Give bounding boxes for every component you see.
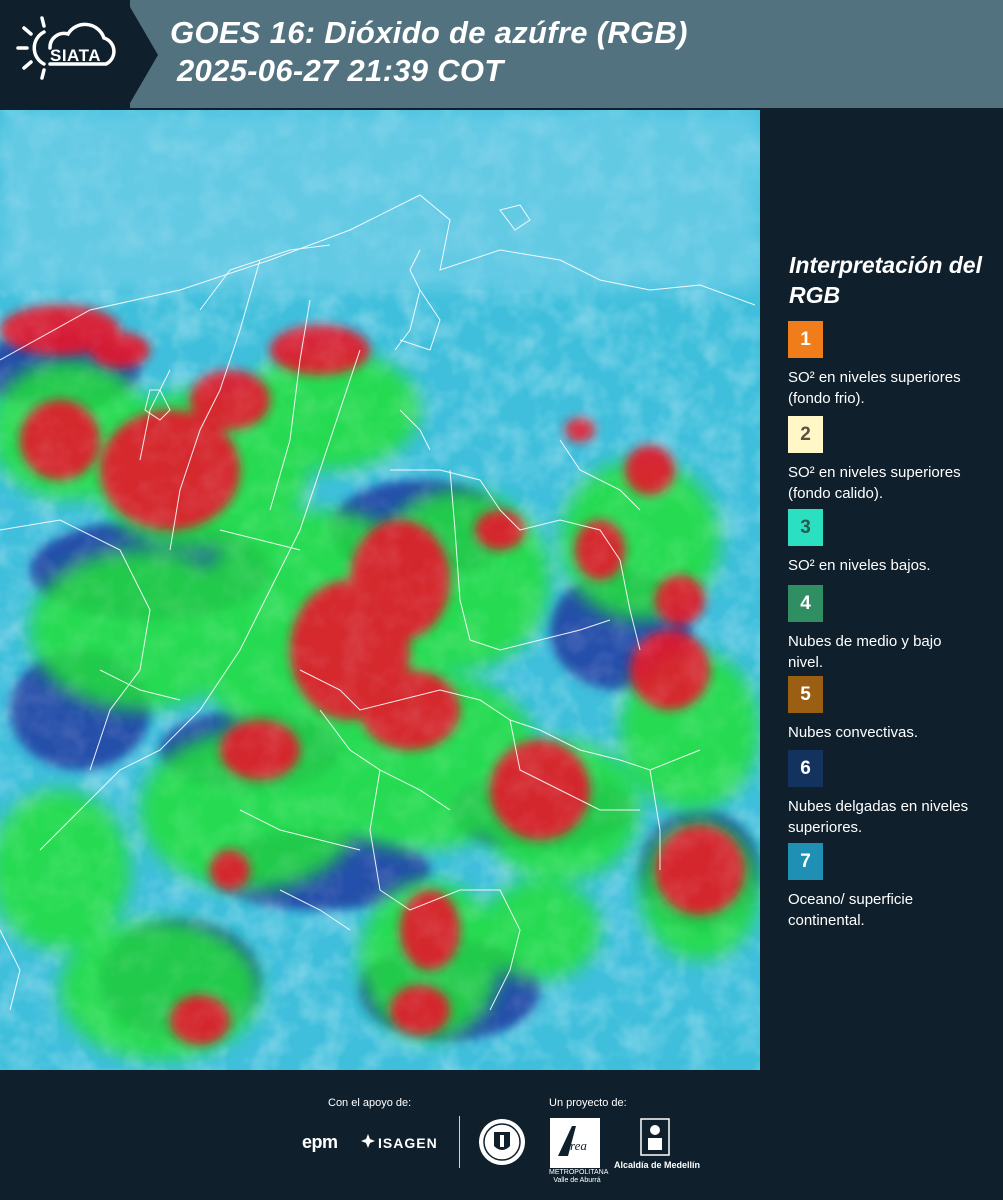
legend-title: Interpretación del RGB [789, 252, 982, 308]
legend-label: SO² en niveles bajos. [788, 557, 931, 574]
page-title: GOES 16: Dióxido de azúfre (RGB) [170, 15, 688, 50]
epm-logo: epm [302, 1132, 338, 1152]
support-caption: Con el apoyo de: [328, 1097, 412, 1109]
legend-label: SO² en niveles superiores (fondo calido)… [788, 464, 961, 502]
footer: Con el apoyo de: Un proyecto de: epm ISA… [0, 1070, 1003, 1200]
legend-swatch: 5 [788, 676, 823, 713]
alcaldia-logo: Alcaldía de Medellín [614, 1160, 701, 1170]
legend-label: SO² en niveles superiores (fondo frio). [788, 369, 961, 407]
legend-swatch: 7 [788, 843, 823, 880]
legend-swatch: 6 [788, 750, 823, 787]
legend-swatch: 3 [788, 509, 823, 546]
medellin-seal-icon [479, 1119, 525, 1165]
footer-divider [459, 1116, 460, 1168]
area-metropolitana-logo: rea [550, 1118, 600, 1168]
rgb-composite-image [0, 110, 760, 1070]
isagen-star-icon [361, 1134, 375, 1148]
logo-text: SIATA [50, 46, 101, 65]
legend-swatch: 1 [788, 321, 823, 358]
siata-logo: SIATA [0, 0, 158, 110]
legend-label: Oceano/ superficie continental. [788, 891, 914, 929]
legend-label: Nubes delgadas en niveles superiores. [788, 798, 969, 836]
svg-text:rea: rea [570, 1138, 587, 1153]
project-caption: Un proyecto de: [549, 1097, 627, 1109]
legend-swatch: 4 [788, 585, 823, 622]
legend-panel: Interpretación del RGB 1 SO² en niveles … [760, 110, 1003, 1070]
legend-label: Nubes convectivas. [788, 724, 919, 741]
satellite-map [0, 110, 760, 1070]
isagen-logo: ISAGEN [378, 1135, 438, 1151]
legend-label: Nubes de medio y bajo nivel. [788, 633, 942, 671]
legend-swatch: 2 [788, 416, 823, 453]
area-caption: METROPOLITANA Valle de Aburrá [549, 1169, 609, 1184]
header: SIATA GOES 16: Dióxido de azúfre (RGB) 2… [0, 0, 1003, 110]
alcaldia-emblem-icon [640, 1118, 670, 1156]
timestamp: 2025-06-27 21:39 COT [177, 53, 504, 88]
